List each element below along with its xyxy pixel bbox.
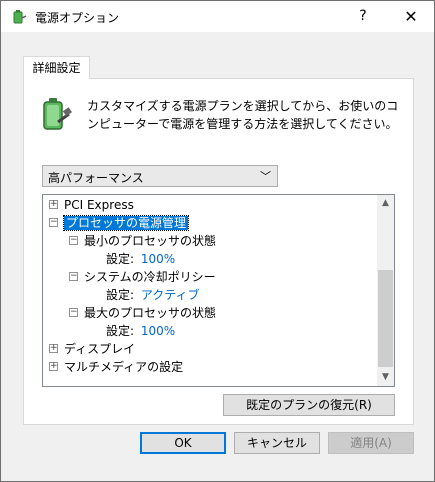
tree-item-setting[interactable]: 設定: 100% (106, 322, 175, 340)
tree-item-multimedia[interactable]: + マルチメディアの設定 (49, 358, 183, 376)
description-text: カスタマイズする電源プランを選択してから、お使いのコンピューターで電源を管理する… (87, 99, 399, 131)
expand-icon[interactable]: + (49, 344, 58, 353)
power-options-dialog: 電源オプション ? ✕ 詳細設定 カスタマイズする電源プランを選択してから、お使… (0, 0, 435, 482)
setting-label: 設定: (106, 324, 135, 338)
power-plan-select[interactable]: 高パフォーマンス ﹀ (42, 165, 278, 187)
ok-button[interactable]: OK (140, 432, 226, 454)
tree-item-cooling-policy[interactable]: − システムの冷却ポリシー (69, 268, 216, 286)
collapse-icon[interactable]: − (69, 236, 78, 245)
settings-tree[interactable]: + PCI Express − プロセッサの電源管理 − 最小のプロセッサの状態… (42, 194, 395, 387)
tree-item-pci-express[interactable]: + PCI Express (49, 196, 134, 214)
scroll-up-icon[interactable]: ▲ (377, 195, 394, 212)
setting-label: 設定: (106, 252, 135, 266)
help-button[interactable]: ? (340, 1, 386, 32)
expand-icon[interactable]: + (49, 200, 58, 209)
tree-item-label: 最大のプロセッサの状態 (84, 306, 217, 320)
tree-item-label: システムの冷却ポリシー (84, 270, 216, 284)
vertical-scrollbar[interactable]: ▲ ▼ (377, 195, 394, 386)
tree-item-label: 最小のプロセッサの状態 (84, 234, 217, 248)
tree-item-label: PCI Express (64, 198, 134, 212)
tree-item-max-processor-state[interactable]: − 最大のプロセッサの状態 (69, 304, 216, 322)
tree-item-label: ディスプレイ (64, 342, 136, 356)
expand-icon[interactable]: + (49, 362, 58, 371)
restore-defaults-button[interactable]: 既定のプランの復元(R) (223, 394, 395, 416)
tree-item-min-processor-state[interactable]: − 最小のプロセッサの状態 (69, 232, 216, 250)
chevron-down-icon: ﹀ (260, 170, 271, 183)
battery-plug-icon (43, 98, 72, 130)
setting-value[interactable]: 100% (141, 252, 175, 266)
scroll-down-icon[interactable]: ▼ (377, 369, 394, 386)
window-title: 電源オプション (35, 11, 120, 25)
tree-item-setting[interactable]: 設定: 100% (106, 250, 175, 268)
advanced-settings-panel: カスタマイズする電源プランを選択してから、お使いのコンピューターで電源を管理する… (23, 78, 414, 425)
tree-item-display[interactable]: + ディスプレイ (49, 340, 135, 358)
tab-advanced-settings[interactable]: 詳細設定 (23, 56, 90, 79)
power-options-icon (13, 10, 27, 24)
collapse-icon[interactable]: − (69, 272, 78, 281)
tree-item-label: マルチメディアの設定 (64, 360, 184, 374)
collapse-icon[interactable]: − (69, 308, 78, 317)
collapse-icon[interactable]: − (49, 218, 58, 227)
cancel-button[interactable]: キャンセル (234, 432, 320, 454)
setting-label: 設定: (106, 288, 135, 302)
apply-button[interactable]: 適用(A) (328, 432, 414, 454)
tree-item-processor-power[interactable]: − プロセッサの電源管理 (49, 214, 190, 232)
close-button[interactable]: ✕ (388, 1, 434, 32)
power-plan-value: 高パフォーマンス (48, 171, 144, 185)
setting-value[interactable]: アクティブ (141, 288, 200, 302)
scroll-thumb[interactable] (378, 270, 393, 367)
setting-value[interactable]: 100% (141, 324, 175, 338)
tree-item-setting[interactable]: 設定: アクティブ (106, 286, 200, 304)
title-bar: 電源オプション ? ✕ (1, 1, 434, 32)
tree-item-label: プロセッサの電源管理 (62, 215, 190, 231)
